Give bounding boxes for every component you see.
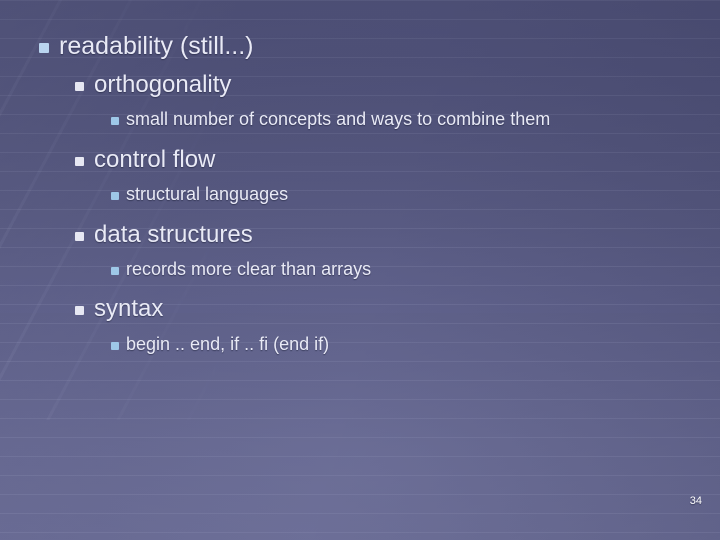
- bullet-square-icon: [74, 146, 94, 175]
- slide-content-body: readability (still...) orthogonality sma…: [0, 0, 720, 540]
- outline-item-structural-languages: structural languages: [110, 184, 720, 207]
- outline-item-begin-end: begin .. end, if .. fi (end if): [110, 334, 720, 357]
- outline-item-label: begin .. end, if .. fi (end if): [126, 334, 330, 354]
- outline-item-label: records more clear than arrays: [126, 259, 372, 279]
- outline-item-label: structural languages: [126, 184, 289, 204]
- outline-item-orthogonality: orthogonality: [74, 71, 720, 100]
- outline-item-data-structures: data structures: [74, 221, 720, 250]
- bullet-square-icon: [110, 259, 126, 282]
- bullet-square-icon: [38, 32, 59, 62]
- bullet-square-icon: [110, 334, 126, 357]
- slide-page-number: 34: [689, 495, 702, 507]
- outline-item-records-more-clear: records more clear than arrays: [110, 259, 720, 282]
- bullet-square-icon: [74, 221, 94, 250]
- outline-item-control-flow: control flow: [74, 146, 720, 175]
- outline-item-label: syntax: [94, 295, 164, 322]
- bullet-square-icon: [74, 295, 94, 324]
- outline-item-label: orthogonality: [94, 71, 232, 98]
- outline-item-label: data structures: [94, 221, 253, 248]
- outline-item-label: small number of concepts and ways to com…: [126, 109, 551, 129]
- bullet-square-icon: [110, 184, 126, 207]
- bullet-square-icon: [110, 109, 126, 132]
- presentation-slide: readability (still...) orthogonality sma…: [0, 0, 720, 540]
- outline-item-label: control flow: [94, 146, 216, 173]
- bullet-square-icon: [74, 71, 94, 100]
- outline-item-readability: readability (still...): [38, 32, 720, 62]
- outline-item-label: readability (still...): [59, 32, 254, 60]
- outline-item-small-number-of-concepts: small number of concepts and ways to com…: [110, 109, 720, 132]
- outline-item-syntax: syntax: [74, 295, 720, 324]
